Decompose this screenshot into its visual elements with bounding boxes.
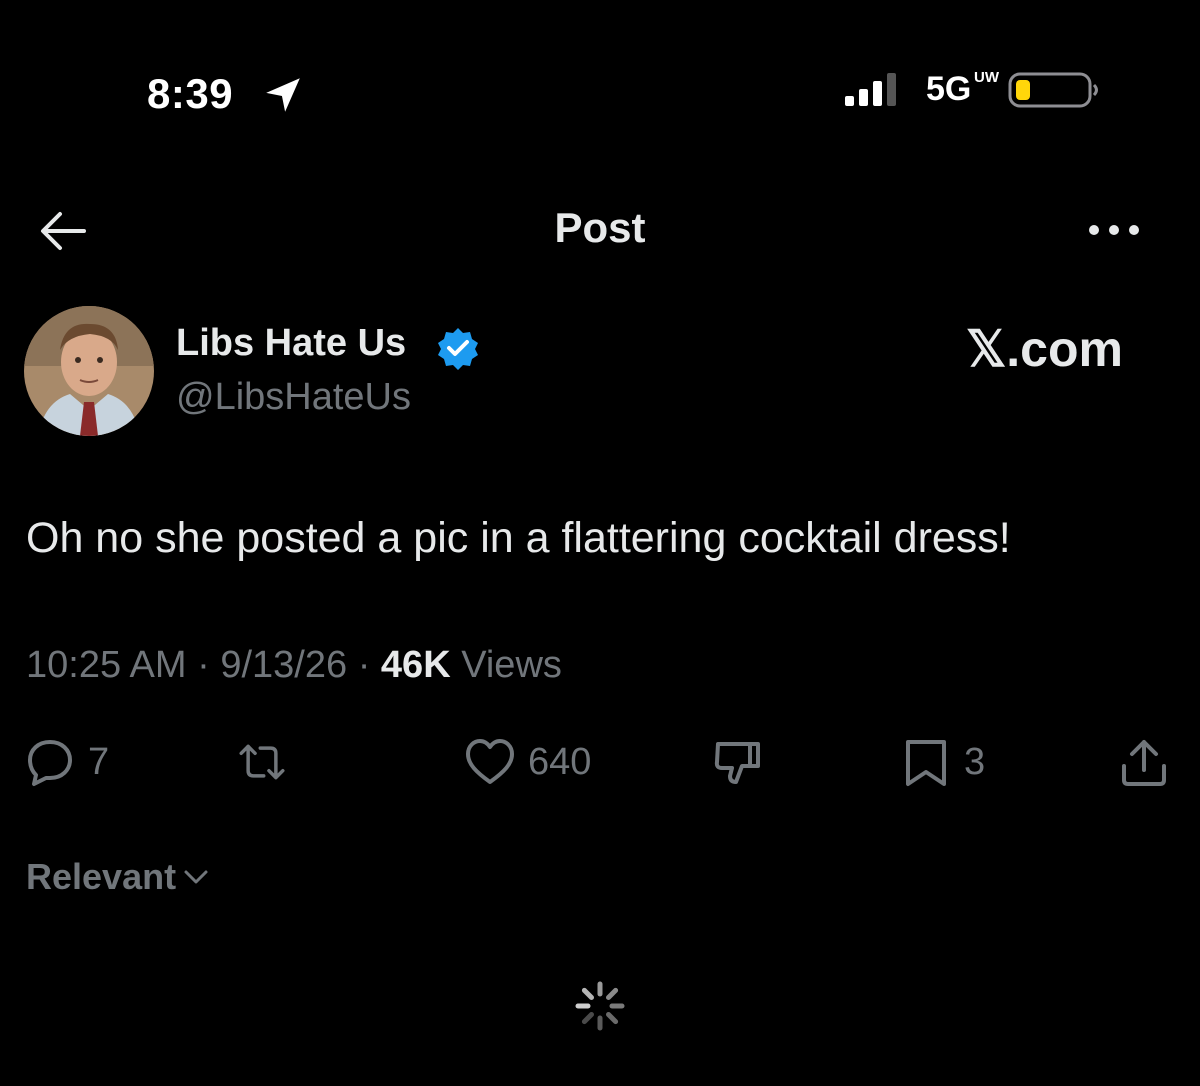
chevron-down-icon bbox=[184, 870, 208, 884]
reply-button[interactable]: 7 bbox=[24, 734, 109, 790]
author-name[interactable]: Libs Hate Us bbox=[176, 322, 406, 365]
bookmark-count: 3 bbox=[964, 740, 986, 783]
views-count[interactable]: 46K bbox=[381, 644, 451, 686]
share-button[interactable] bbox=[1118, 734, 1170, 790]
views-label: Views bbox=[461, 644, 562, 686]
avatar[interactable] bbox=[24, 306, 154, 436]
signal-icon bbox=[845, 73, 896, 106]
post-meta: 10:25 AM · 9/13/26 · 46K Views bbox=[26, 644, 562, 686]
bookmark-button[interactable]: 3 bbox=[900, 734, 985, 790]
location-arrow-icon bbox=[266, 78, 300, 112]
dislike-button[interactable] bbox=[712, 734, 764, 790]
dislike-icon bbox=[714, 742, 760, 784]
post-date: 9/13/26 bbox=[220, 644, 348, 686]
reply-count: 7 bbox=[88, 740, 110, 783]
like-count: 640 bbox=[528, 740, 592, 783]
network-sup: UW bbox=[974, 69, 999, 86]
brand-watermark: 𝕏.com bbox=[966, 321, 1123, 377]
more-icon[interactable] bbox=[1084, 212, 1144, 248]
bookmark-icon bbox=[906, 740, 946, 786]
verified-badge-icon bbox=[438, 328, 478, 370]
sort-dropdown[interactable]: Relevant bbox=[26, 856, 210, 898]
like-button[interactable]: 640 bbox=[464, 734, 591, 790]
author-handle[interactable]: @LibsHateUs bbox=[176, 376, 411, 419]
sort-label: Relevant bbox=[26, 856, 177, 897]
status-time: 8:39 bbox=[147, 70, 234, 117]
loading-spinner-icon bbox=[575, 981, 625, 1031]
retweet-icon bbox=[239, 744, 285, 780]
retweet-button[interactable] bbox=[236, 734, 288, 790]
reply-icon bbox=[28, 740, 72, 786]
share-icon bbox=[1122, 740, 1166, 786]
network-type: 5G bbox=[926, 70, 972, 108]
battery-icon bbox=[1008, 72, 1098, 108]
like-icon bbox=[466, 739, 514, 784]
post-time: 10:25 AM bbox=[26, 644, 187, 686]
post-text: Oh no she posted a pic in a flattering c… bbox=[26, 514, 1011, 562]
page-title: Post bbox=[554, 204, 646, 251]
